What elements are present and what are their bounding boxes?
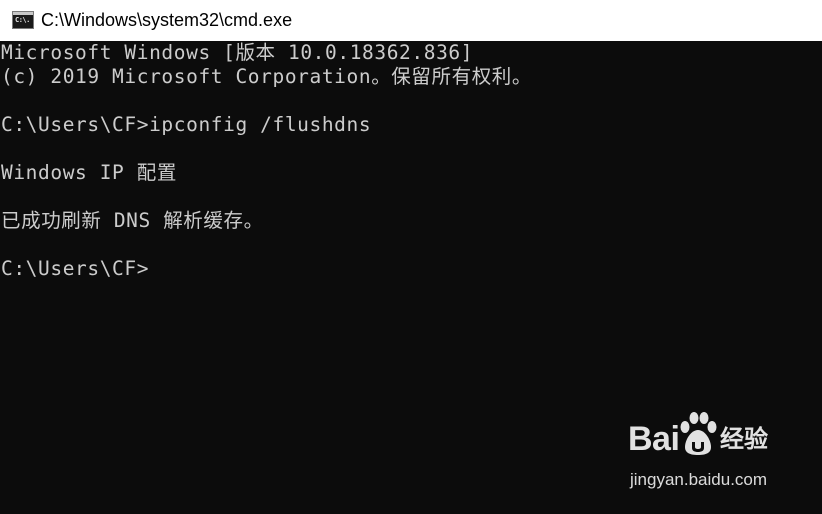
icon-prompt-text: C:\.: [15, 16, 30, 24]
watermark-url: jingyan.baidu.com: [630, 470, 768, 489]
console-line-copyright: (c) 2019 Microsoft Corporation。保留所有权利。: [1, 65, 532, 88]
title-bar[interactable]: C:\. C:\Windows\system32\cmd.exe: [0, 0, 822, 42]
cmd-console-icon[interactable]: C:\.: [12, 11, 34, 29]
console-line-prompt[interactable]: C:\Users\CF>: [1, 257, 149, 281]
console-line-ip-config: Windows IP 配置: [1, 161, 177, 184]
console-line-command: C:\Users\CF>ipconfig /flushdns: [1, 113, 372, 136]
window-title: C:\Windows\system32\cmd.exe: [41, 10, 293, 30]
watermark-logo-text: Bai: [628, 420, 680, 458]
cmd-window: C:\. C:\Windows\system32\cmd.exe Microso…: [0, 0, 822, 514]
baidu-paw-icon: [680, 412, 717, 455]
baidu-jingyan-watermark: Bai 经验 jingyan.baidu.com: [628, 412, 778, 496]
console-line-flush-result: 已成功刷新 DNS 解析缓存。: [1, 209, 264, 232]
watermark-jingyan-text: 经验: [720, 425, 768, 453]
console-line-version: Microsoft Windows [版本 10.0.18362.836]: [1, 41, 474, 64]
icon-title-strip: [13, 12, 33, 15]
